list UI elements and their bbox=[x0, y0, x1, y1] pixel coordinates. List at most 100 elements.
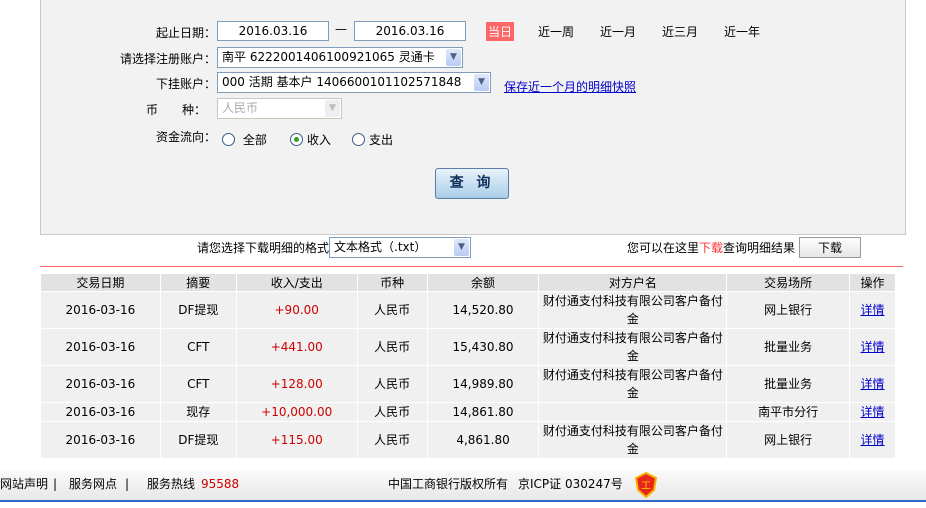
quick-month[interactable]: 近一月 bbox=[600, 23, 636, 40]
quick-year[interactable]: 近一年 bbox=[724, 23, 760, 40]
cell: 详情 bbox=[849, 402, 896, 422]
cell: CFT bbox=[159, 365, 237, 403]
table-row: 2016-03-16 CFT +441.00 人民币 15,430.80 财付通支付科技有… bbox=[40, 328, 896, 366]
currency-value: 人民币 bbox=[222, 101, 259, 115]
detail-link[interactable]: 详情 bbox=[860, 303, 884, 317]
cell: 人民币 bbox=[356, 365, 428, 403]
date-dash: — bbox=[335, 22, 347, 36]
cell: 14,861.80 bbox=[426, 402, 540, 422]
flow-all[interactable]: 全部 bbox=[222, 131, 267, 148]
cell: 财付通支付科技有限公司客户备付金 bbox=[538, 365, 728, 403]
quick-week[interactable]: 近一周 bbox=[538, 23, 574, 40]
cell: 4,861.80 bbox=[426, 421, 540, 459]
footer-link-outlets[interactable]: 服务网点 bbox=[69, 470, 117, 498]
cell: +10,000.00 bbox=[235, 402, 358, 422]
quick-today[interactable]: 当日 bbox=[486, 22, 515, 41]
cell: 网上银行 bbox=[726, 291, 850, 329]
cell: 人民币 bbox=[356, 291, 428, 329]
flow-expense[interactable]: 支出 bbox=[352, 131, 393, 148]
column-header: 余额 bbox=[426, 273, 540, 292]
column-header: 交易场所 bbox=[726, 273, 850, 292]
cell: 14,520.80 bbox=[426, 291, 540, 329]
cell: +90.00 bbox=[235, 291, 358, 329]
flow-income-label: 收入 bbox=[307, 133, 332, 147]
divider bbox=[40, 266, 903, 267]
hint-text: 查询明细结果 bbox=[723, 241, 796, 255]
cell: 2016-03-16 bbox=[40, 365, 161, 403]
footer: 网站声明 | 服务网点 | 服务热线 95588 中国工商银行版权所有 京ICP… bbox=[0, 470, 926, 502]
table-row: 2016-03-16 DF提现 +90.00 人民币 14,520.80 财付通支付科技有… bbox=[40, 291, 896, 329]
table-row: 2016-03-16 现存 +10,000.00 人民币 14,861.80 南平市分行详… bbox=[40, 402, 896, 422]
footer-link-statement[interactable]: 网站声明 bbox=[0, 470, 48, 498]
currency-label: 币 种： bbox=[146, 103, 207, 117]
radio-checked-icon bbox=[290, 133, 303, 146]
detail-link[interactable]: 详情 bbox=[860, 340, 884, 354]
cell: 详情 bbox=[849, 421, 896, 459]
flow-income[interactable]: 收入 bbox=[290, 131, 331, 148]
transaction-table: 交易日期 摘要 收入/支出 币种 余额 对方户名 交易场所 操作 2016-03-16 DF提现… bbox=[40, 273, 896, 459]
flow-label: 资金流向： bbox=[156, 130, 217, 144]
format-select[interactable]: 文本格式（.txt） ▼ bbox=[329, 237, 471, 258]
cell bbox=[538, 402, 728, 422]
column-header: 摘要 bbox=[159, 273, 237, 292]
format-value: 文本格式（.txt） bbox=[334, 240, 427, 254]
cell: 详情 bbox=[849, 291, 896, 329]
table-header: 交易日期 摘要 收入/支出 币种 余额 对方户名 交易场所 操作 bbox=[40, 273, 896, 292]
download-link[interactable]: 下载 bbox=[699, 241, 723, 255]
cell: CFT bbox=[159, 328, 237, 366]
cell: 详情 bbox=[849, 328, 896, 366]
cell: 网上银行 bbox=[726, 421, 850, 459]
cell: 现存 bbox=[159, 402, 237, 422]
hotline-number: 95588 bbox=[201, 477, 240, 491]
sub-account-label: 下挂账户： bbox=[155, 77, 216, 91]
detail-link[interactable]: 详情 bbox=[860, 433, 884, 447]
query-panel: 起止日期： 2016.03.16 — 2016.03.16 当日 近一周 近一月… bbox=[40, 0, 906, 235]
sub-account-select[interactable]: 000 活期 基本户 1406600101102571848 ▼ bbox=[217, 72, 491, 93]
sub-account-value: 000 活期 基本户 1406600101102571848 bbox=[222, 75, 462, 89]
cell: DF提现 bbox=[159, 291, 237, 329]
hotline-label: 服务热线 bbox=[147, 477, 196, 491]
cell: 14,989.80 bbox=[426, 365, 540, 403]
detail-link[interactable]: 详情 bbox=[860, 377, 884, 391]
chevron-down-icon: ▼ bbox=[446, 49, 461, 66]
quick-3months[interactable]: 近三月 bbox=[662, 23, 698, 40]
flow-expense-label: 支出 bbox=[369, 133, 394, 147]
separator: | bbox=[53, 477, 58, 491]
hint-text: 您可以在这里 bbox=[627, 241, 700, 255]
cell: 财付通支付科技有限公司客户备付金 bbox=[538, 291, 728, 329]
icp: 京ICP证 030247号 bbox=[518, 477, 623, 491]
end-date-input[interactable]: 2016.03.16 bbox=[354, 21, 466, 41]
cell: 人民币 bbox=[356, 328, 428, 366]
chevron-down-icon: ▼ bbox=[454, 239, 469, 256]
table-row: 2016-03-16 DF提现 +115.00 人民币 4,861.80 财付通支付科技有… bbox=[40, 421, 896, 459]
svg-text:工: 工 bbox=[641, 481, 651, 492]
snapshot-link[interactable]: 保存近一个月的明细快照 bbox=[504, 78, 636, 95]
detail-link[interactable]: 详情 bbox=[860, 405, 884, 419]
cell: 批量业务 bbox=[726, 328, 850, 366]
cell: 2016-03-16 bbox=[40, 421, 161, 459]
account-value: 南平 6222001406100921065 灵通卡 bbox=[222, 50, 435, 64]
cell: +115.00 bbox=[235, 421, 358, 459]
cell: DF提现 bbox=[159, 421, 237, 459]
start-date-input[interactable]: 2016.03.16 bbox=[217, 21, 329, 41]
security-badge-icon: 工 bbox=[634, 471, 658, 508]
cell: 2016-03-16 bbox=[40, 402, 161, 422]
account-label: 请选择注册账户： bbox=[119, 52, 216, 66]
cell: 财付通支付科技有限公司客户备付金 bbox=[538, 421, 728, 459]
cell: 批量业务 bbox=[726, 365, 850, 403]
radio-icon bbox=[222, 133, 235, 146]
column-header: 币种 bbox=[356, 273, 428, 292]
download-hint: 您可以在这里下载查询明细结果 bbox=[627, 239, 795, 256]
column-header: 交易日期 bbox=[40, 273, 161, 292]
cell: 人民币 bbox=[356, 402, 428, 422]
query-button[interactable]: 查 询 bbox=[435, 168, 509, 199]
cell: 2016-03-16 bbox=[40, 291, 161, 329]
cell: +441.00 bbox=[235, 328, 358, 366]
cell: 南平市分行 bbox=[726, 402, 850, 422]
account-select[interactable]: 南平 6222001406100921065 灵通卡 ▼ bbox=[217, 47, 463, 68]
radio-icon bbox=[352, 133, 365, 146]
cell: +128.00 bbox=[235, 365, 358, 403]
copyright: 中国工商银行版权所有 bbox=[388, 477, 509, 491]
download-button[interactable]: 下载 bbox=[799, 237, 861, 258]
column-header: 操作 bbox=[849, 273, 896, 292]
